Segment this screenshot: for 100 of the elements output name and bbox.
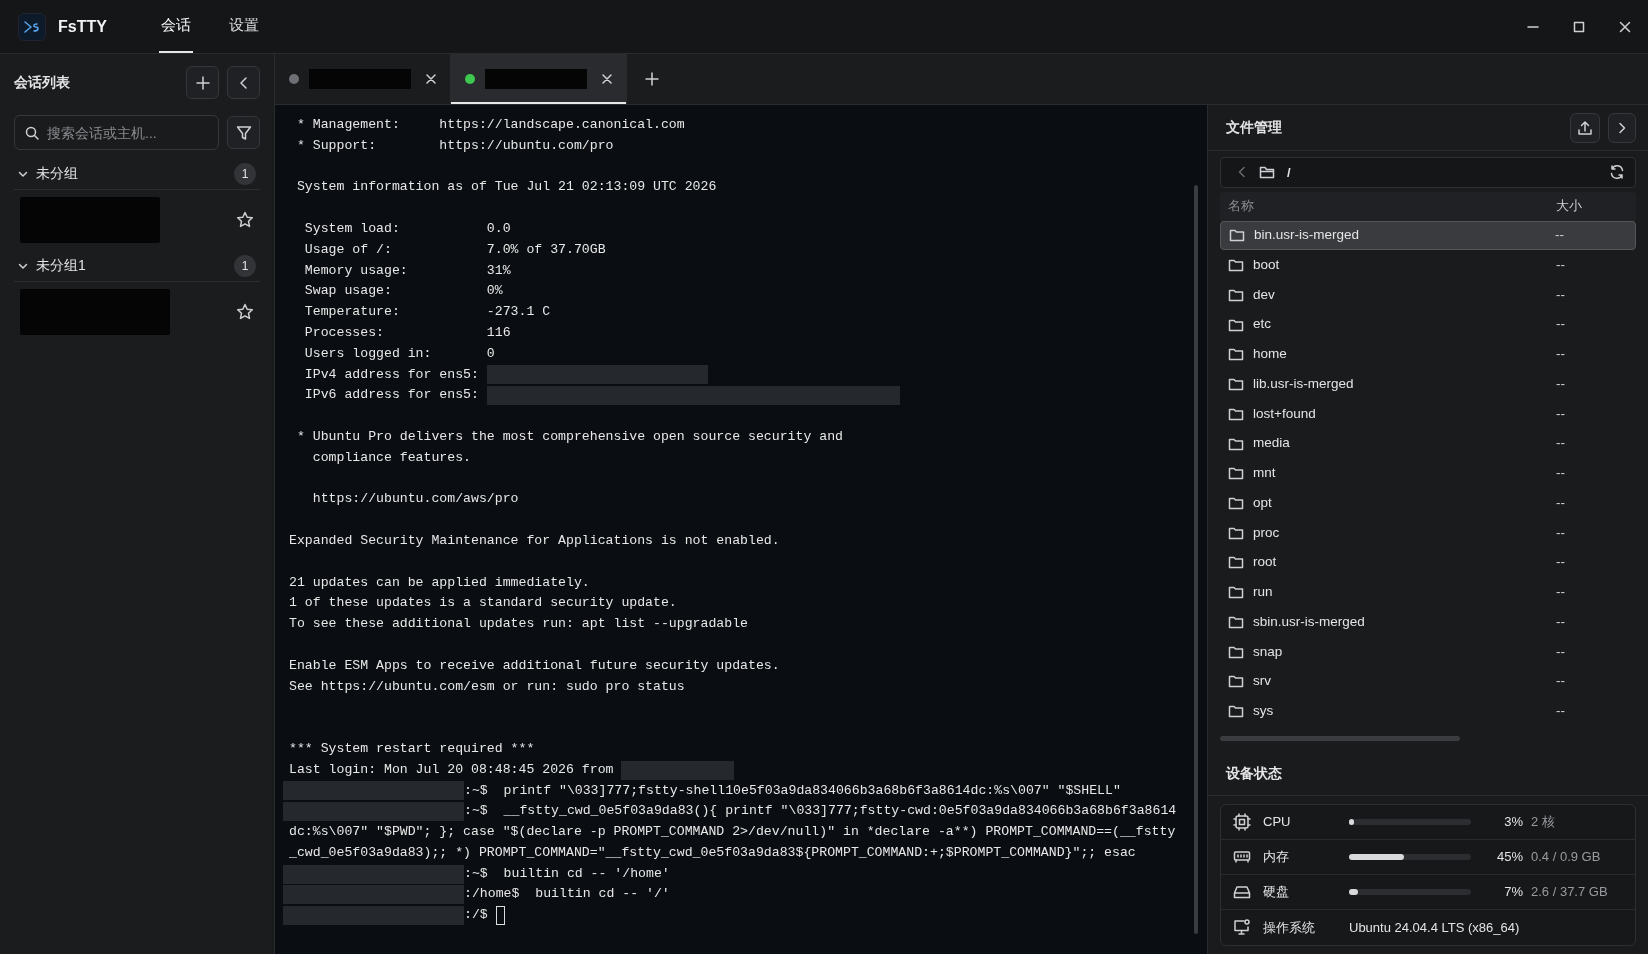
file-row[interactable]: run --: [1220, 577, 1636, 608]
file-row[interactable]: lib.usr-is-merged --: [1220, 369, 1636, 399]
back-icon[interactable]: [1237, 166, 1247, 179]
file-size: --: [1556, 315, 1566, 334]
group-header[interactable]: 未分组 1: [14, 158, 260, 190]
monitor-icon: [1233, 918, 1251, 937]
folder-icon: [1228, 258, 1244, 273]
expand-button[interactable]: [1608, 112, 1636, 143]
filter-icon: [235, 124, 252, 141]
scrollbar[interactable]: [1220, 736, 1460, 742]
chip-icon: [1233, 812, 1251, 831]
search-field[interactable]: 搜索会话或主机...: [14, 115, 219, 150]
filter-button[interactable]: [227, 116, 260, 149]
star-icon[interactable]: [236, 303, 254, 321]
file-size: --: [1556, 404, 1566, 423]
file-name: home: [1253, 345, 1287, 364]
file-row[interactable]: lost+found --: [1220, 398, 1636, 429]
file-name: sys: [1253, 702, 1274, 720]
file-row[interactable]: media --: [1220, 428, 1636, 459]
terminal-line: :~$ printf "\033]777;fstty-shell10e5f03a9da834066b3a68b6f3a8614dc:%s\007" "$SHELL": [464, 781, 1121, 800]
plus-icon[interactable]: [645, 72, 659, 86]
plus-icon: [195, 75, 210, 90]
terminal-line: Expanded Security Maintenance for Applications is not enabled.: [289, 531, 780, 550]
terminal-line: _cwd_0e5f03a9da83);; *) PROMPT_COMMAND="__fstty_cwd_0e5f03a9da83${PROMPT_COMMAND:+;$PROMPT_COMMAND}";; esac: [289, 843, 1136, 862]
nav-tab[interactable]: 设置: [226, 0, 261, 53]
group-header[interactable]: 未分组1 1: [14, 250, 260, 282]
file-name: snap: [1253, 642, 1283, 661]
folder-icon: [1228, 674, 1244, 689]
folder-icon: [1228, 704, 1244, 719]
folder-icon: [1229, 228, 1245, 243]
terminal-line: *** System restart required ***: [289, 739, 535, 758]
folder-icon: [1228, 614, 1244, 629]
count-badge: 1: [234, 254, 256, 277]
upload-button[interactable]: [1570, 112, 1600, 143]
file-row[interactable]: home --: [1220, 339, 1636, 370]
panel-title: 设备状态: [1226, 763, 1282, 783]
file-size: --: [1556, 374, 1566, 393]
file-row[interactable]: boot --: [1220, 250, 1636, 280]
terminal-line: Memory usage: 31%: [303, 261, 511, 280]
upload-icon: [1577, 119, 1593, 136]
column-header: 名称: [1228, 197, 1254, 216]
terminal-line: :/$: [464, 906, 489, 925]
stat-percent: 45%: [1495, 848, 1523, 867]
file-row[interactable]: srv --: [1220, 666, 1636, 697]
terminal-line: System load: 0.0: [303, 220, 511, 238]
file-name: etc: [1253, 315, 1271, 334]
terminal-line: IPv4 address for ens5:: [303, 365, 480, 384]
terminal-line: * Support: https://ubuntu.com/pro: [295, 136, 614, 155]
folder-icon: [1228, 525, 1244, 540]
terminal-line: Enable ESM Apps to receive additional future security updates.: [289, 656, 780, 675]
file-size: --: [1556, 612, 1566, 631]
terminal-line: Temperature: -273.1 C: [303, 303, 551, 322]
refresh-icon[interactable]: [1609, 164, 1625, 181]
app-title: FsTTY: [58, 16, 107, 37]
file-size: --: [1556, 553, 1566, 572]
folder-icon: [1228, 436, 1244, 451]
file-row[interactable]: proc --: [1220, 517, 1636, 548]
terminal-line: Users logged in: 0: [303, 344, 495, 363]
terminal-line: * Management: https://landscape.canonical.com: [295, 116, 685, 134]
file-row[interactable]: sys --: [1220, 696, 1636, 726]
file-size: --: [1556, 672, 1566, 691]
terminal-line: System information as of Tue Jul 21 02:13:09 UTC 2026: [295, 178, 717, 197]
folder-icon: [1228, 347, 1244, 362]
file-size: --: [1556, 256, 1566, 274]
terminal-line: Usage of /: 7.0% of 37.70GB: [303, 240, 606, 259]
collapse-button[interactable]: [227, 66, 260, 99]
file-row[interactable]: sbin.usr-is-merged --: [1220, 607, 1636, 637]
star-icon[interactable]: [236, 211, 254, 229]
folder-icon: [1228, 287, 1244, 302]
maximize-icon[interactable]: [1573, 20, 1585, 33]
close-icon[interactable]: [426, 74, 436, 84]
close-icon[interactable]: [602, 74, 612, 84]
file-name: boot: [1253, 256, 1280, 274]
folder-icon: [1259, 165, 1275, 180]
chevron-right-icon: [1616, 121, 1628, 134]
stat-label: 内存: [1263, 848, 1290, 867]
file-row[interactable]: bin.usr-is-merged --: [1220, 220, 1636, 251]
file-size: --: [1556, 702, 1566, 720]
add-button[interactable]: [186, 66, 219, 99]
file-name: srv: [1253, 672, 1271, 691]
file-row[interactable]: etc --: [1220, 309, 1636, 340]
file-name: opt: [1253, 493, 1272, 512]
terminal-line: Swap usage: 0%: [303, 282, 503, 301]
file-row[interactable]: opt --: [1220, 488, 1636, 518]
file-row[interactable]: snap --: [1220, 636, 1636, 667]
close-icon[interactable]: [1619, 20, 1631, 33]
file-name: lib.usr-is-merged: [1253, 374, 1354, 393]
file-name: run: [1253, 583, 1273, 602]
group-name: 未分组: [36, 164, 78, 183]
terminal-icon: [23, 19, 41, 34]
file-row[interactable]: mnt --: [1220, 458, 1636, 489]
file-size: --: [1556, 285, 1566, 304]
scrollbar[interactable]: [1194, 185, 1198, 934]
terminal-line: See https://ubuntu.com/esm or run: sudo pro status: [289, 677, 685, 696]
file-name: proc: [1253, 523, 1280, 542]
file-size: --: [1556, 493, 1566, 512]
file-row[interactable]: root --: [1220, 547, 1636, 578]
file-row[interactable]: dev --: [1220, 280, 1636, 310]
session-tab[interactable]: [451, 54, 627, 104]
file-size: --: [1556, 523, 1566, 542]
